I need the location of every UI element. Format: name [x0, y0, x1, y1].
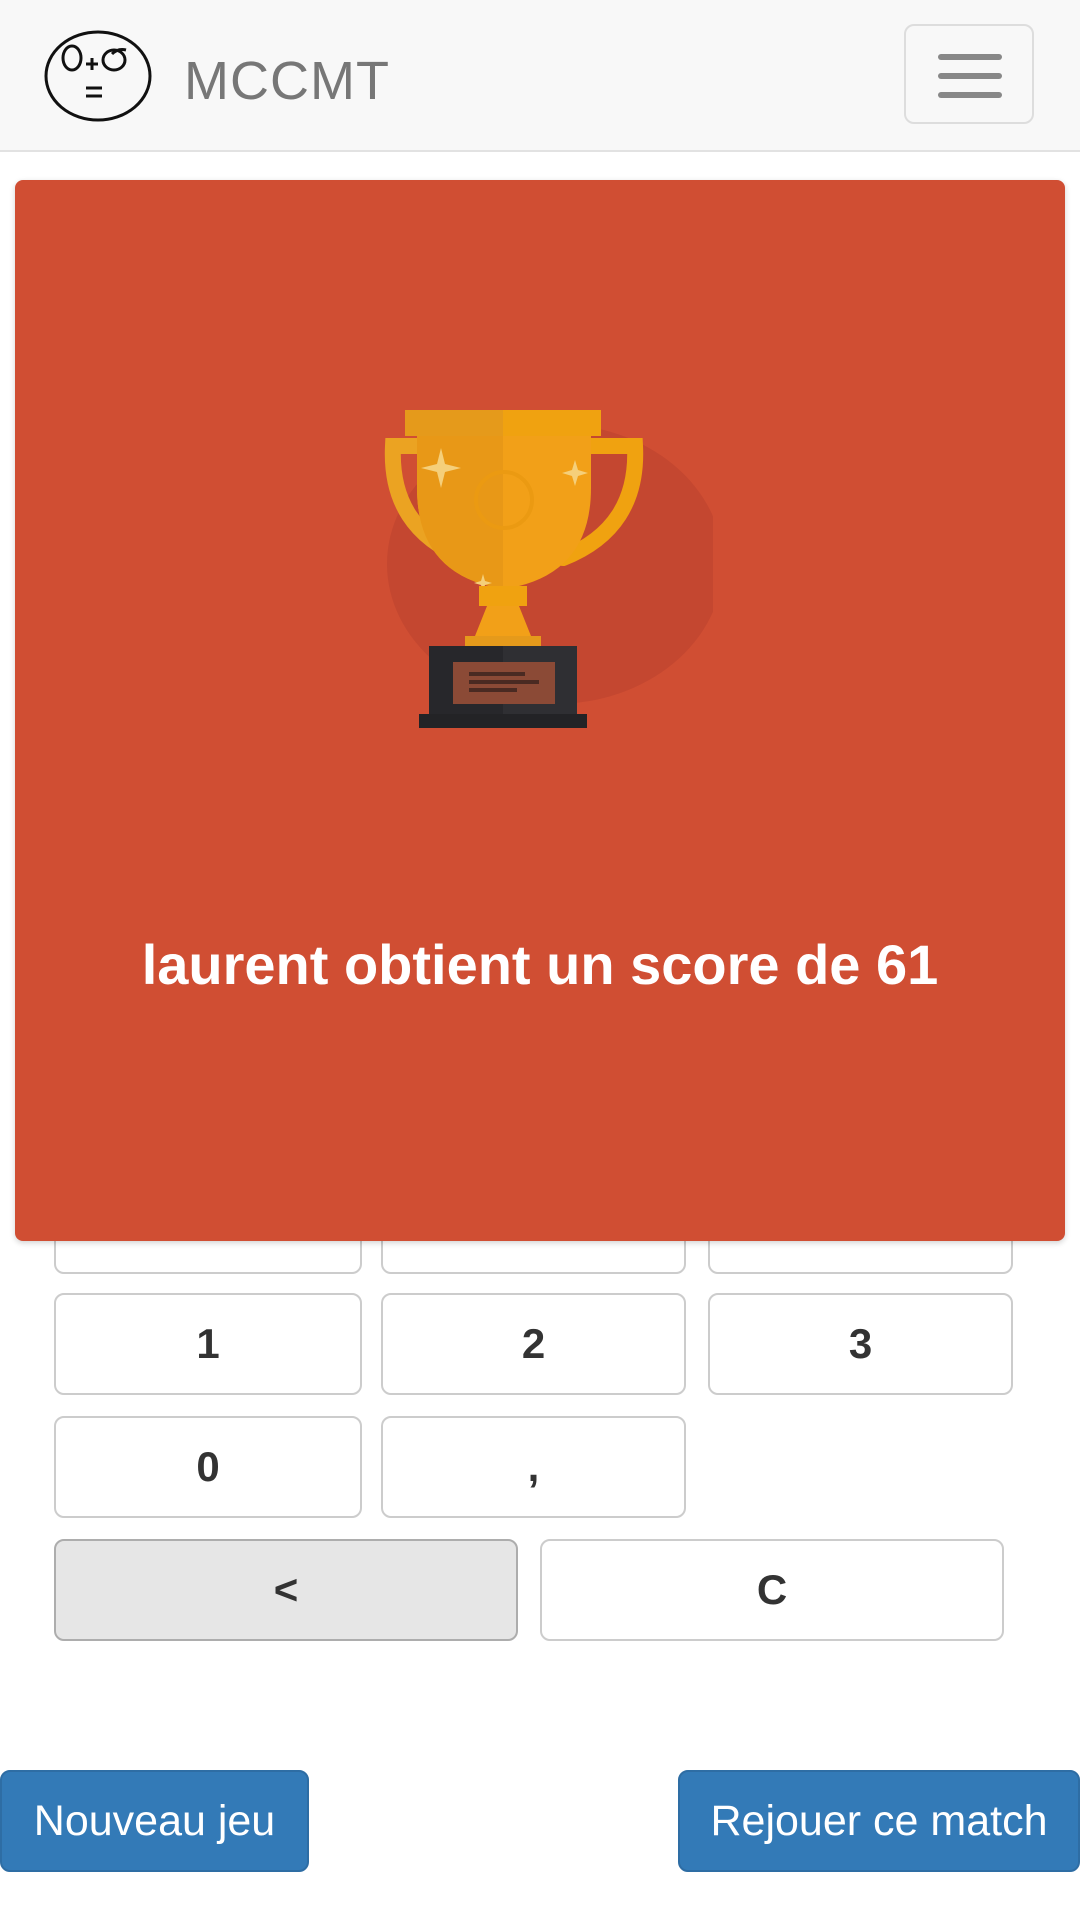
replay-match-button[interactable]: Rejouer ce match: [678, 1770, 1080, 1872]
trophy-icon: [384, 410, 713, 728]
face-logo-icon[interactable]: [42, 28, 154, 124]
keypad-key-1[interactable]: 1: [54, 1293, 362, 1395]
score-message: laurent obtient un score de 61: [141, 933, 939, 996]
keypad-key-0[interactable]: 0: [54, 1416, 362, 1518]
brand-name[interactable]: MCCMT: [184, 50, 390, 112]
app-page: MCCMT 1 2 3 0 , < C Nouveau jeu Rejouer …: [0, 0, 1080, 1920]
clear-button[interactable]: C: [540, 1539, 1004, 1641]
result-overlay[interactable]: laurent obtient un score de 61: [15, 180, 1065, 1241]
menu-icon-bar: [938, 92, 1002, 98]
menu-icon-bar: [938, 73, 1002, 79]
hamburger-menu-button[interactable]: [904, 24, 1034, 124]
new-game-button[interactable]: Nouveau jeu: [0, 1770, 309, 1872]
keypad-key-3[interactable]: 3: [708, 1293, 1013, 1395]
menu-icon-bar: [938, 54, 1002, 60]
backspace-button[interactable]: <: [54, 1539, 518, 1641]
keypad-key-comma[interactable]: ,: [381, 1416, 686, 1518]
navbar: MCCMT: [0, 0, 1080, 152]
keypad-key-2[interactable]: 2: [381, 1293, 686, 1395]
